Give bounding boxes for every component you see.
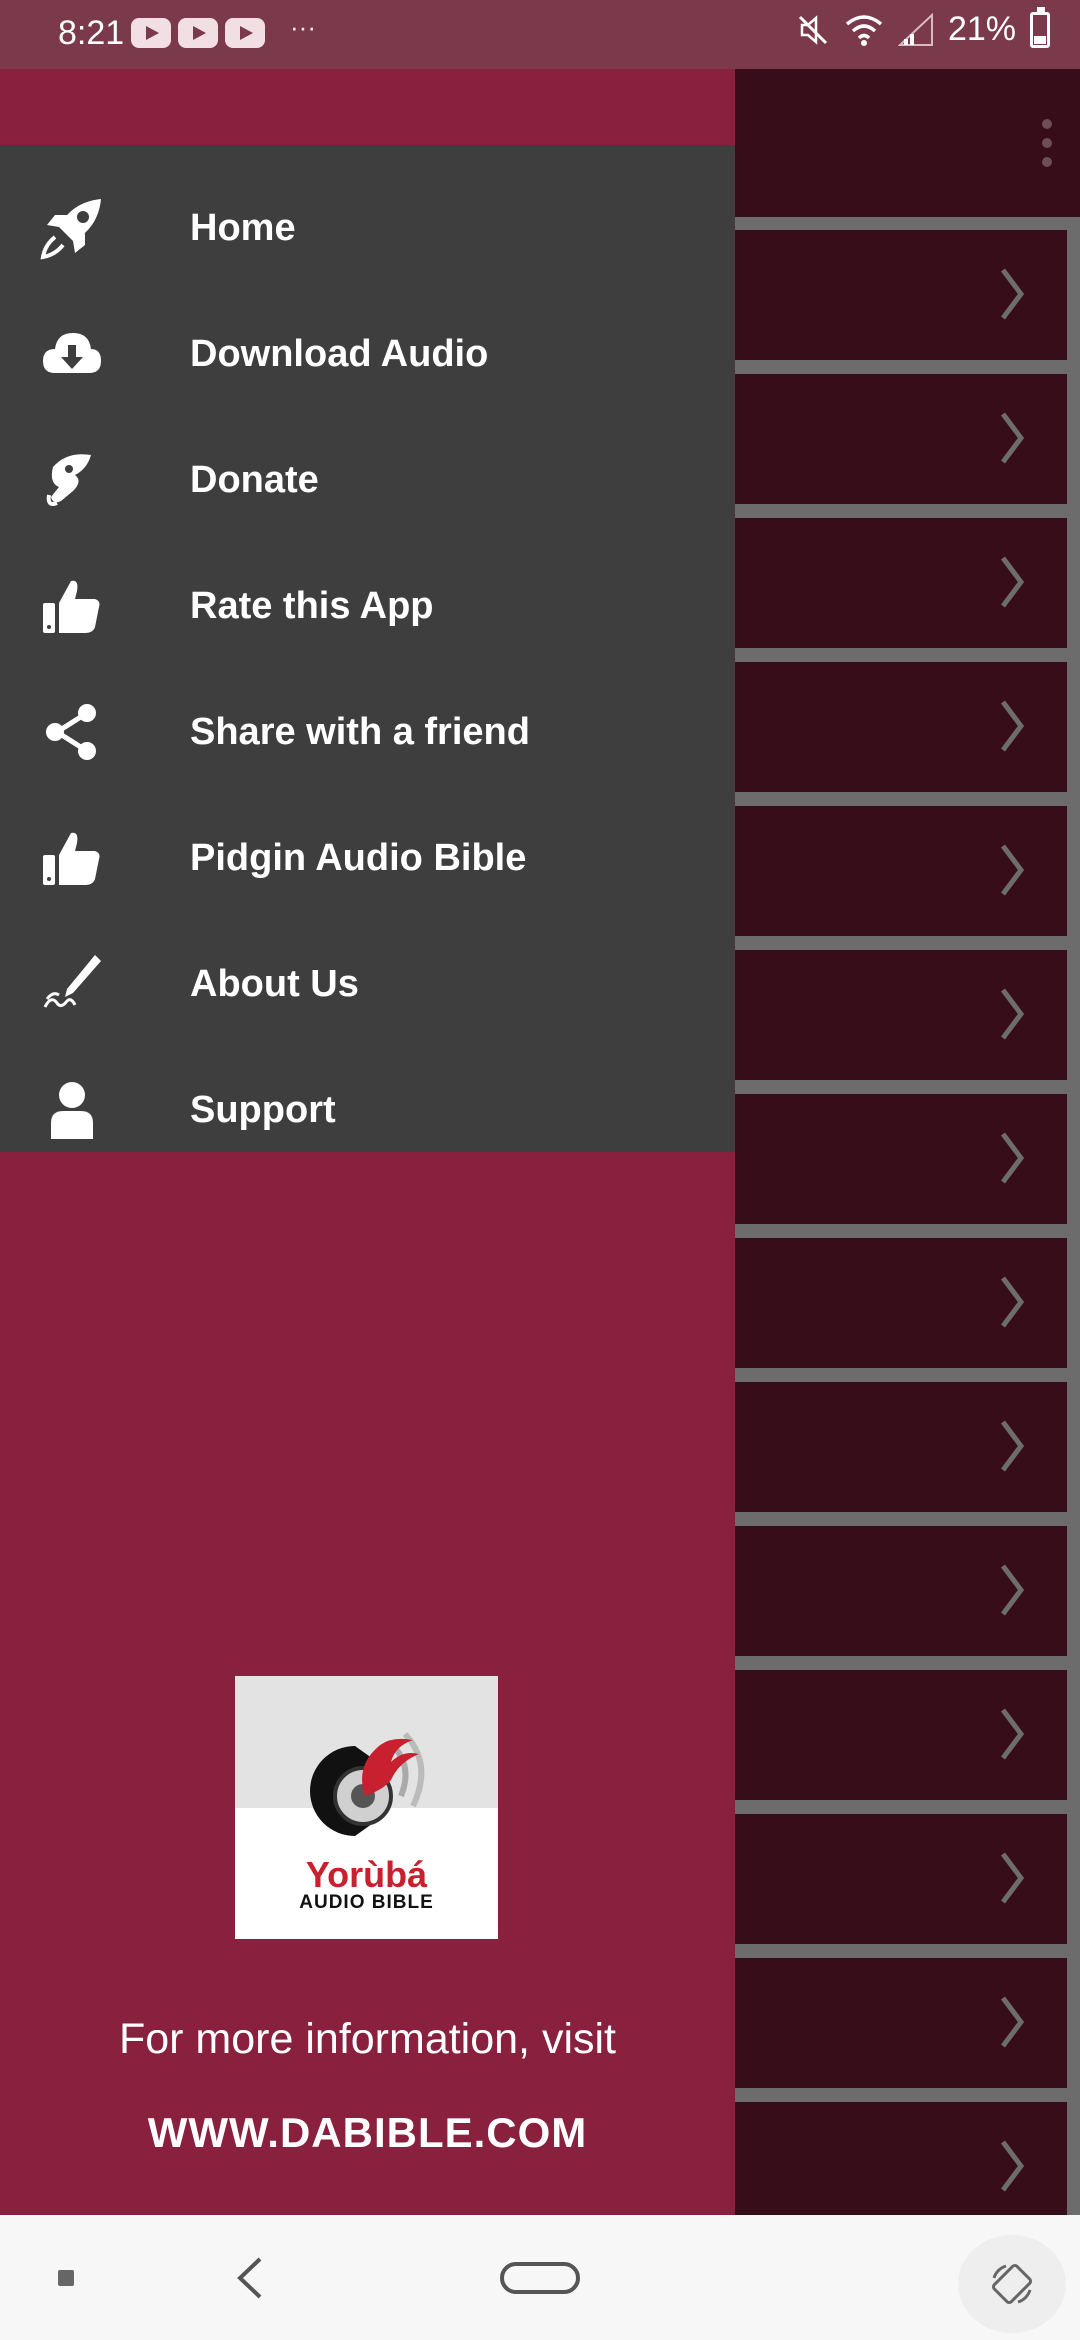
- website-link[interactable]: WWW.DABIBLE.COM: [0, 2109, 735, 2157]
- logo-subtitle: AUDIO BIBLE: [299, 1892, 434, 1913]
- chevron-right-icon: [1001, 412, 1025, 464]
- cloud-download-icon: [38, 320, 106, 388]
- chevron-right-icon: [1001, 1996, 1025, 2048]
- status-icons: 21%: [796, 6, 1050, 49]
- chevron-right-icon: [1001, 1276, 1025, 1328]
- battery-percent: 21%: [947, 10, 1016, 48]
- menu-item-label: Support: [190, 1088, 336, 1131]
- menu-item-pidgin-audio-bible[interactable]: Pidgin Audio Bible: [0, 795, 735, 921]
- status-time: 8:21: [58, 14, 125, 52]
- menu-item-label: About Us: [190, 962, 359, 1005]
- youtube-notification-icon: [178, 18, 218, 48]
- menu-item-rate-this-app[interactable]: Rate this App: [0, 543, 735, 669]
- thumbs-up-icon: [38, 824, 106, 892]
- drawer-menu: Home Download Audio Donate Rate this App…: [0, 145, 735, 1152]
- list-item[interactable]: [735, 374, 1067, 504]
- list-item[interactable]: [735, 1958, 1067, 2088]
- wifi-icon: [845, 14, 883, 46]
- thumbs-up-icon: [38, 572, 106, 640]
- share-icon: [38, 698, 106, 766]
- battery-icon: [1030, 6, 1050, 48]
- chapter-list: [735, 217, 1080, 2217]
- status-bar: 8:21 ··· 21%: [0, 0, 1080, 69]
- chevron-right-icon: [1001, 988, 1025, 1040]
- list-item[interactable]: [735, 2102, 1067, 2217]
- chevron-right-icon: [1001, 844, 1025, 896]
- system-navigation-bar: [0, 2215, 1080, 2340]
- back-button[interactable]: [234, 2255, 266, 2301]
- donate-hand-icon: [38, 446, 106, 514]
- logo-title: Yorùbá: [305, 1854, 428, 1895]
- mute-icon: [798, 14, 827, 45]
- menu-item-label: Pidgin Audio Bible: [190, 836, 527, 879]
- menu-item-donate[interactable]: Donate: [0, 417, 735, 543]
- speaker-icon: [310, 1731, 425, 1836]
- menu-item-download-audio[interactable]: Download Audio: [0, 291, 735, 417]
- list-item[interactable]: [735, 1670, 1067, 1800]
- list-item[interactable]: [735, 950, 1067, 1080]
- youtube-notification-icon: [131, 18, 171, 48]
- menu-item-label: Donate: [190, 458, 319, 501]
- menu-item-about-us[interactable]: About Us: [0, 921, 735, 1047]
- overflow-menu-icon[interactable]: [1042, 119, 1052, 167]
- list-item[interactable]: [735, 1526, 1067, 1656]
- chevron-right-icon: [1001, 268, 1025, 320]
- rotate-screen-button[interactable]: [958, 2235, 1066, 2333]
- navigation-drawer: Home Download Audio Donate Rate this App…: [0, 69, 735, 2215]
- chevron-right-icon: [1001, 1420, 1025, 1472]
- chevron-right-icon: [1001, 1564, 1025, 1616]
- list-item[interactable]: [735, 518, 1067, 648]
- list-item[interactable]: [735, 1814, 1067, 1944]
- info-text: For more information, visit: [118, 2015, 617, 2063]
- chevron-right-icon: [1001, 1708, 1025, 1760]
- menu-item-label: Share with a friend: [190, 710, 530, 753]
- chevron-right-icon: [1001, 1132, 1025, 1184]
- rocket-icon: [38, 194, 106, 262]
- chevron-right-icon: [1001, 700, 1025, 752]
- signature-pen-icon: [38, 950, 106, 1018]
- list-item[interactable]: [735, 662, 1067, 792]
- menu-item-label: Home: [190, 206, 296, 249]
- app-logo: Yorùbá AUDIO BIBLE: [235, 1676, 498, 1939]
- menu-item-support[interactable]: Support: [0, 1047, 735, 1173]
- recent-apps-button[interactable]: [58, 2270, 74, 2286]
- chevron-right-icon: [1001, 1852, 1025, 1904]
- chevron-right-icon: [1001, 556, 1025, 608]
- list-item[interactable]: [735, 806, 1067, 936]
- list-item[interactable]: [735, 1382, 1067, 1512]
- chevron-right-icon: [1001, 2140, 1025, 2192]
- menu-item-home[interactable]: Home: [0, 165, 735, 291]
- more-notifications-indicator: ···: [290, 12, 316, 42]
- list-item[interactable]: [735, 1238, 1067, 1368]
- person-icon: [38, 1076, 106, 1144]
- menu-item-label: Download Audio: [190, 332, 489, 375]
- home-button[interactable]: [500, 2262, 580, 2294]
- list-item[interactable]: [735, 230, 1067, 360]
- menu-item-share-with-a-friend[interactable]: Share with a friend: [0, 669, 735, 795]
- youtube-notification-icon: [225, 18, 265, 48]
- main-toolbar: [735, 69, 1080, 217]
- signal-icon: [897, 12, 933, 46]
- rotate-icon: [991, 2263, 1033, 2305]
- list-item[interactable]: [735, 1094, 1067, 1224]
- menu-item-label: Rate this App: [190, 584, 434, 627]
